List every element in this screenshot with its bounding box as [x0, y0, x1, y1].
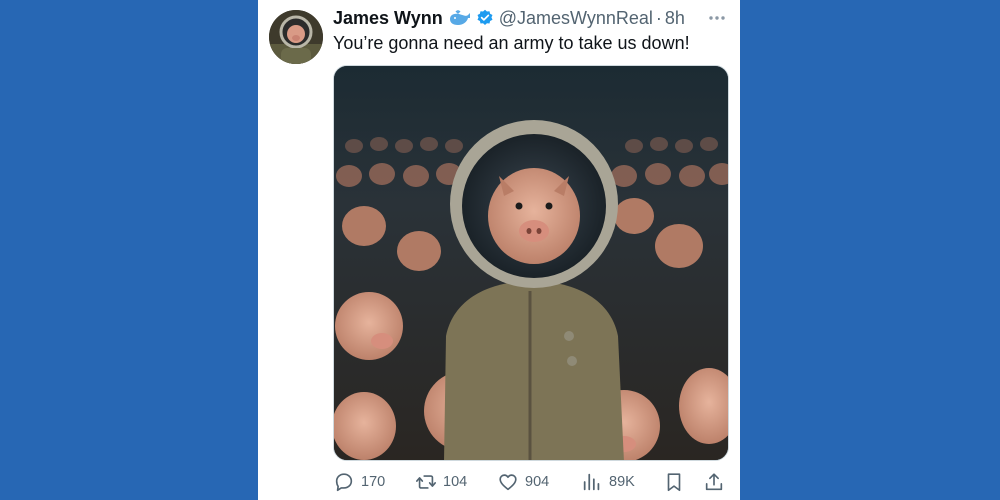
share-button[interactable]	[703, 468, 725, 496]
display-name[interactable]: James Wynn	[333, 8, 443, 29]
like-button[interactable]: 904	[497, 468, 549, 496]
tweet-text: You’re gonna need an army to take us dow…	[333, 33, 690, 53]
user-handle[interactable]: @JamesWynnReal	[499, 8, 653, 29]
tweet-actions: 170 104 904 89K	[333, 468, 729, 496]
avatar[interactable]	[269, 10, 323, 64]
separator-dot: ·	[655, 7, 662, 28]
bookmark-button[interactable]	[663, 468, 685, 496]
bookmark-icon	[667, 473, 681, 492]
tweet-timestamp[interactable]: 8h	[665, 8, 685, 29]
like-icon	[499, 474, 517, 491]
retweet-count: 104	[443, 474, 468, 490]
share-icon	[705, 473, 723, 491]
views-button[interactable]: 89K	[581, 468, 635, 496]
retweet-button[interactable]: 104	[415, 468, 467, 496]
views-icon	[583, 473, 600, 491]
retweet-icon	[416, 475, 436, 489]
tweet-image[interactable]	[333, 65, 729, 461]
whale-icon	[448, 9, 472, 27]
reply-icon	[335, 473, 353, 492]
tweet-header: James Wynn @JamesWynnReal · 8h	[333, 7, 728, 29]
views-count: 89K	[609, 474, 635, 490]
tweet-card[interactable]: James Wynn @JamesWynnReal · 8h You’re go…	[258, 0, 740, 500]
more-icon[interactable]	[706, 7, 728, 29]
reply-button[interactable]: 170	[333, 468, 385, 496]
like-count: 904	[525, 474, 550, 490]
verified-badge-icon	[476, 9, 494, 27]
reply-count: 170	[361, 474, 386, 490]
